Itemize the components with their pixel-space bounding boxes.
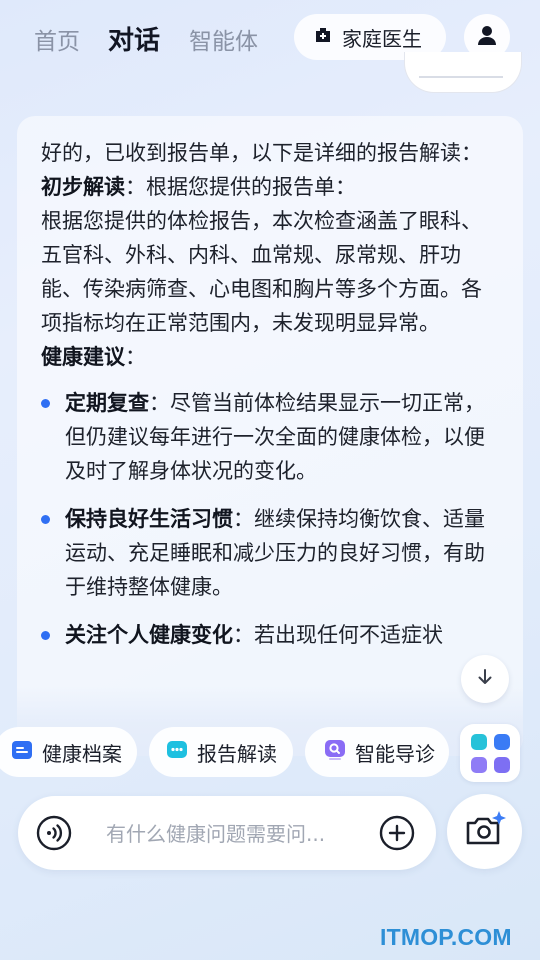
chip-label: 健康档案 [42, 741, 122, 766]
more-apps-button[interactable] [460, 724, 520, 782]
watermark-text: ITMOP.COM [380, 924, 512, 950]
advice-item-title: 关注个人健康变化 [65, 623, 233, 647]
search-guide-icon [323, 738, 347, 767]
scroll-down-button[interactable] [461, 655, 509, 703]
user-icon [476, 24, 498, 50]
tab-chat[interactable]: 对话 [108, 20, 160, 57]
assistant-message: 好的，已收到报告单，以下是详细的报告解读： 初步解读：根据您提供的报告单： 根据… [17, 116, 523, 756]
app-search-icon [494, 734, 510, 750]
app-plus-icon [471, 734, 487, 750]
advice-colon: ： [125, 345, 146, 369]
report-interpret-chip[interactable]: 报告解读 [149, 727, 293, 777]
report-chat-icon [165, 738, 189, 767]
message-body: 根据您提供的体检报告，本次检查涵盖了眼科、五官科、外科、内科、血常规、尿常规、肝… [41, 209, 482, 335]
chip-label: 报告解读 [197, 741, 277, 766]
chat-input-bar [18, 796, 436, 870]
report-preview-line [419, 76, 503, 78]
quick-actions: 健康档案 报告解读 智能导诊 [0, 727, 540, 781]
app-arrow-icon [494, 757, 510, 773]
camera-sparkle-icon [464, 810, 506, 853]
message-intro: 好的，已收到报告单，以下是详细的报告解读： [41, 141, 482, 165]
uploaded-report-card[interactable] [404, 52, 522, 93]
advice-title: 健康建议 [41, 345, 125, 369]
tab-agents[interactable]: 智能体 [189, 22, 258, 56]
smart-guide-chip[interactable]: 智能导诊 [305, 727, 449, 777]
list-item: 关注个人健康变化：若出现任何不适症状 [41, 618, 501, 652]
arrow-down-icon [476, 668, 494, 690]
medical-plus-icon [312, 24, 334, 51]
voice-input-icon[interactable] [36, 815, 72, 851]
app-chat-icon [471, 757, 487, 773]
advice-item-text: ：若出现任何不适症状 [233, 623, 443, 647]
health-records-chip[interactable]: 健康档案 [0, 727, 137, 777]
family-doctor-label: 家庭医生 [342, 26, 422, 51]
camera-button[interactable] [447, 794, 522, 869]
advice-section: 健康建议： [41, 340, 501, 374]
advice-item-title: 保持良好生活习惯 [65, 507, 233, 531]
add-attachment-icon[interactable] [379, 815, 415, 851]
prelim-section: 初步解读：根据您提供的报告单： [41, 170, 501, 204]
advice-list: 定期复查：尽管当前体检结果显示一切正常，但仍建议每年进行一次全面的健康体检，以便… [41, 386, 501, 652]
prelim-text: ：根据您提供的报告单： [125, 175, 356, 199]
folder-icon [10, 738, 34, 767]
list-item: 定期复查：尽管当前体检结果显示一切正常，但仍建议每年进行一次全面的健康体检，以便… [41, 386, 501, 488]
chip-label: 智能导诊 [355, 741, 435, 766]
question-input[interactable] [104, 816, 364, 852]
advice-item-title: 定期复查 [65, 391, 149, 415]
prelim-title: 初步解读 [41, 175, 125, 199]
list-item: 保持良好生活习惯：继续保持均衡饮食、适量运动、充足睡眠和减少压力的良好习惯，有助… [41, 502, 501, 604]
tab-home[interactable]: 首页 [34, 22, 80, 56]
